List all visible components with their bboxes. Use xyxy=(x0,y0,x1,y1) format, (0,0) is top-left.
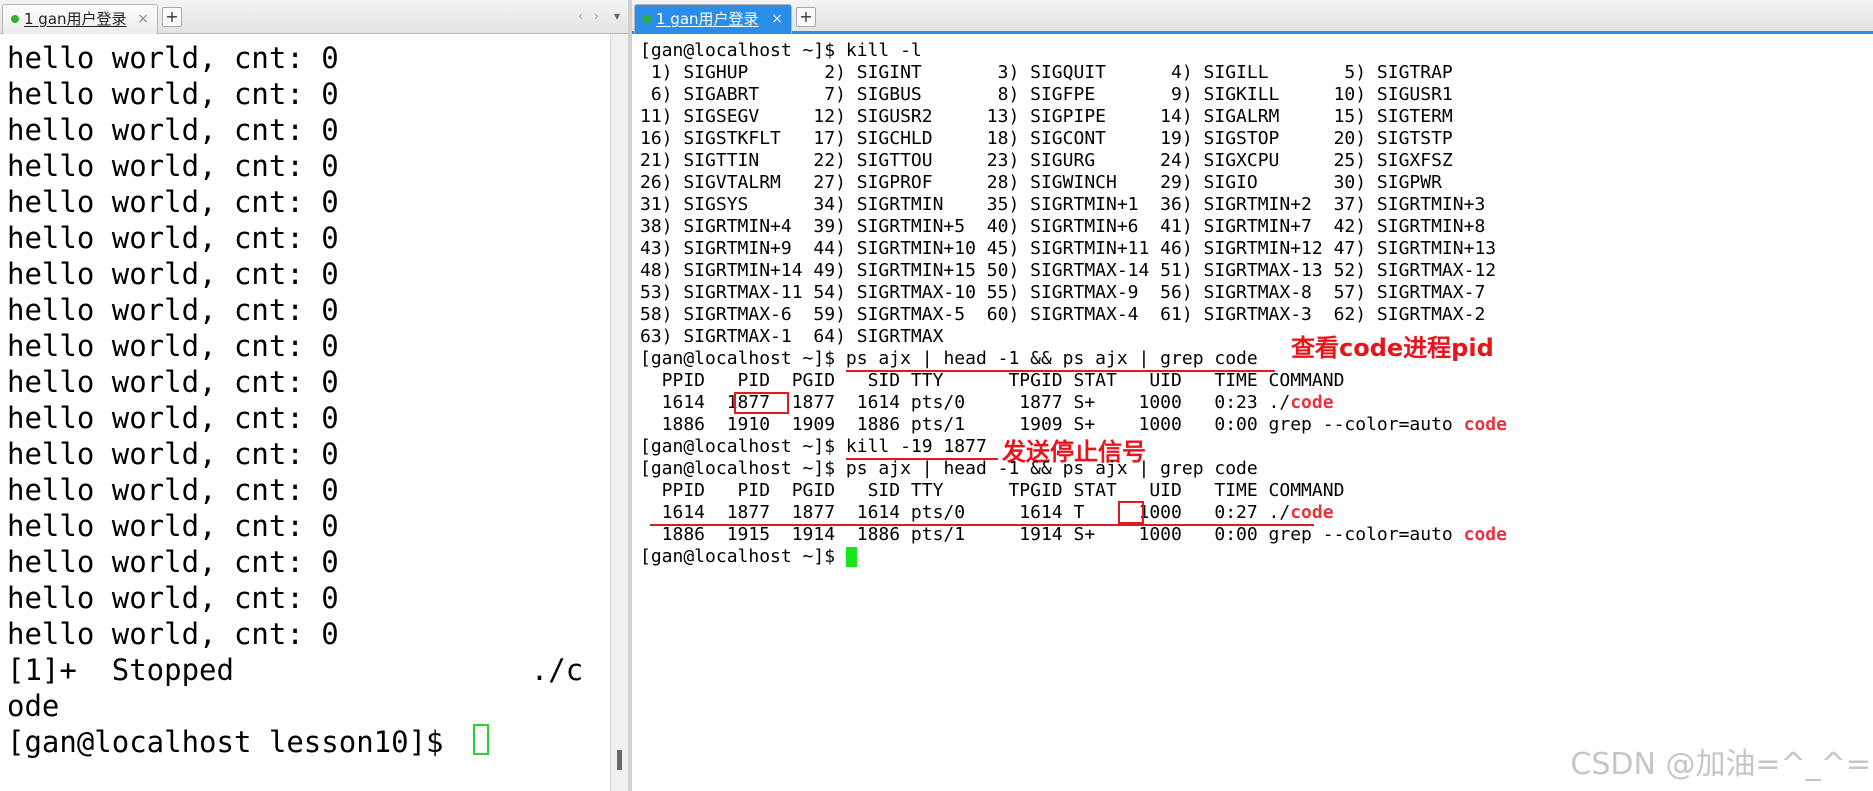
terminal-line: hello world, cnt: 0 xyxy=(7,149,339,183)
tab-title: 1 gan用户登录 xyxy=(656,10,759,28)
terminal-line: hello world, cnt: 0 xyxy=(7,437,339,471)
terminal-line: hello world, cnt: 0 xyxy=(7,41,339,75)
tab-scroll-right-icon[interactable]: › xyxy=(594,9,601,23)
command-text: kill -19 1877 xyxy=(845,436,987,457)
left-terminal-scrollbar[interactable] xyxy=(610,34,628,791)
command-line: [gan@localhost ~]$ kill -19 1877 xyxy=(640,436,987,458)
terminal-line: hello world, cnt: 0 xyxy=(7,473,339,507)
highlighted-code-word: code xyxy=(1290,392,1334,413)
signal-list-line: 1) SIGHUP 2) SIGINT 3) SIGQUIT 4) SIGILL… xyxy=(640,62,1453,83)
terminal-cursor xyxy=(846,547,857,567)
highlighted-code-word: code xyxy=(1463,524,1507,545)
command-line: [gan@localhost ~]$ ps ajx | head -1 && p… xyxy=(640,348,1258,370)
terminal-line: hello world, cnt: 0 xyxy=(7,113,339,147)
command-text: kill -l xyxy=(845,40,922,61)
terminal-line: hello world, cnt: 0 xyxy=(7,329,339,363)
highlighted-code-word: code xyxy=(1290,502,1334,523)
right-tab-bar: 1 gan用户登录 × + xyxy=(632,0,1873,34)
highlighted-code-word: code xyxy=(1463,414,1507,435)
ps-row: 1614 1877 1877 1614 pts/0 1614 T 1000 0:… xyxy=(640,502,1334,524)
signal-list-line: 31) SIGSYS 34) SIGRTMIN 35) SIGRTMIN+1 3… xyxy=(640,194,1486,215)
shell-prompt: [gan@localhost ~]$ xyxy=(640,40,846,61)
add-tab-button[interactable]: + xyxy=(796,7,816,27)
terminal-line: hello world, cnt: 0 xyxy=(7,365,339,399)
signal-list-line: 53) SIGRTMAX-11 54) SIGRTMAX-10 55) SIGR… xyxy=(640,282,1486,303)
signal-list-line: 11) SIGSEGV 12) SIGUSR2 13) SIGPIPE 14) … xyxy=(640,106,1453,127)
ps-row-text: 1614 1877 1877 1614 pts/0 1614 T 1000 0:… xyxy=(640,502,1291,523)
tab-session-right[interactable]: 1 gan用户登录 × xyxy=(634,4,792,34)
ps-row-text: 1886 1915 1914 1886 pts/1 1914 S+ 1000 0… xyxy=(640,524,1464,545)
tab-list-menu-icon[interactable]: ▾ xyxy=(614,9,622,23)
signal-list-line: 43) SIGRTMIN+9 44) SIGRTMIN+10 45) SIGRT… xyxy=(640,238,1497,259)
command-line: [gan@localhost ~]$ ps ajx | head -1 && p… xyxy=(640,458,1258,480)
annotation-view-pid: 查看code进程pid xyxy=(1291,334,1494,362)
close-tab-icon[interactable]: × xyxy=(137,5,149,33)
job-status-line: [1]+ Stopped ./c xyxy=(7,653,584,687)
signal-list-line: 58) SIGRTMAX-6 59) SIGRTMAX-5 60) SIGRTM… xyxy=(640,304,1486,325)
signal-list-line: 16) SIGSTKFLT 17) SIGCHLD 18) SIGCONT 19… xyxy=(640,128,1453,149)
watermark: CSDN @加油=^_^= xyxy=(1570,747,1871,782)
terminal-line: hello world, cnt: 0 xyxy=(7,185,339,219)
command-line: [gan@localhost ~]$ kill -l xyxy=(640,40,922,62)
terminal-line: hello world, cnt: 0 xyxy=(7,293,339,327)
shell-prompt: [gan@localhost ~]$ xyxy=(640,458,846,479)
pid-highlight-box xyxy=(734,392,789,414)
left-tab-bar: 1 gan用户登录 × + ‹ › ▾ xyxy=(0,0,628,34)
shell-prompt: [gan@localhost ~]$ xyxy=(640,436,846,457)
terminal-line: hello world, cnt: 0 xyxy=(7,221,339,255)
connected-status-icon xyxy=(643,15,651,23)
shell-prompt: [gan@localhost lesson10]$ xyxy=(7,725,461,759)
command-text: ps ajx | head -1 && ps ajx | grep code xyxy=(845,348,1258,369)
shell-prompt: [gan@localhost ~]$ xyxy=(640,348,846,369)
terminal-line: hello world, cnt: 0 xyxy=(7,581,339,615)
signal-list-line: 38) SIGRTMIN+4 39) SIGRTMIN+5 40) SIGRTM… xyxy=(640,216,1486,237)
signal-list-line: 21) SIGTTIN 22) SIGTTOU 23) SIGURG 24) S… xyxy=(640,150,1453,171)
terminal-line: hello world, cnt: 0 xyxy=(7,77,339,111)
signal-list-line: 6) SIGABRT 7) SIGBUS 8) SIGFPE 9) SIGKIL… xyxy=(640,84,1453,105)
command-text: ps ajx | head -1 && ps ajx | grep code xyxy=(845,458,1258,479)
terminal-line: hello world, cnt: 0 xyxy=(7,257,339,291)
terminal-line: hello world, cnt: 0 xyxy=(7,509,339,543)
add-tab-button[interactable]: + xyxy=(162,7,182,27)
ps-row: 1886 1915 1914 1886 pts/1 1914 S+ 1000 0… xyxy=(640,524,1507,546)
left-terminal[interactable]: hello world, cnt: 0 hello world, cnt: 0 … xyxy=(0,34,610,791)
tab-session-left[interactable]: 1 gan用户登录 × xyxy=(2,4,158,34)
signal-list-line: 48) SIGRTMIN+14 49) SIGRTMIN+15 50) SIGR… xyxy=(640,260,1497,281)
shell-prompt: [gan@localhost ~]$ xyxy=(640,546,846,567)
ps-header: PPID PID PGID SID TTY TPGID STAT UID TIM… xyxy=(640,480,1345,501)
tab-title: 1 gan用户登录 xyxy=(24,10,127,28)
signal-list-line: 63) SIGRTMAX-1 64) SIGRTMAX xyxy=(640,326,944,347)
signal-list-line: 26) SIGVTALRM 27) SIGPROF 28) SIGWINCH 2… xyxy=(640,172,1442,193)
terminal-cursor xyxy=(473,724,489,755)
terminal-line: hello world, cnt: 0 xyxy=(7,617,339,651)
tab-scroll-left-icon[interactable]: ‹ xyxy=(578,9,585,23)
close-tab-icon[interactable]: × xyxy=(771,5,783,33)
job-status-line: ode xyxy=(7,689,60,723)
stat-highlight-box xyxy=(1118,501,1144,524)
scrollbar-thumb[interactable] xyxy=(617,750,622,770)
ps-header: PPID PID PGID SID TTY TPGID STAT UID TIM… xyxy=(640,370,1345,391)
connected-status-icon xyxy=(11,15,19,23)
right-terminal[interactable]: [gan@localhost ~]$ kill -l 1) SIGHUP 2) … xyxy=(632,34,1873,791)
terminal-line: hello world, cnt: 0 xyxy=(7,401,339,435)
terminal-line: hello world, cnt: 0 xyxy=(7,545,339,579)
